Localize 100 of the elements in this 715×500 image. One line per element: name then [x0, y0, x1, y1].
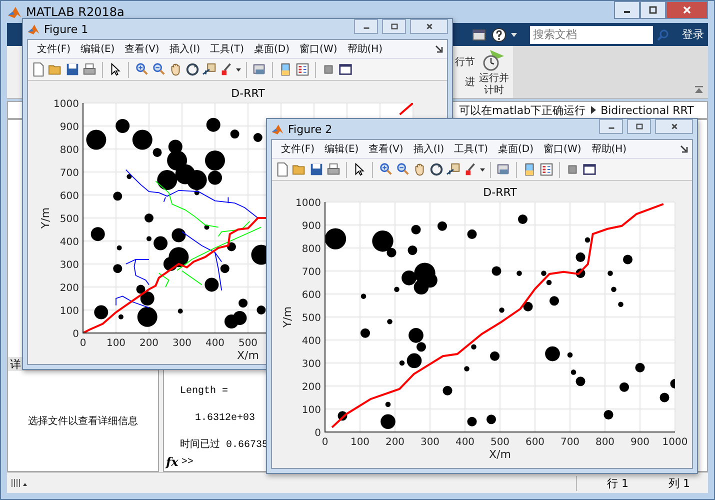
tick-label: 1000 [662, 437, 688, 448]
close-button[interactable] [666, 1, 708, 19]
tick-label: 500 [302, 313, 321, 324]
help-icon[interactable] [491, 26, 507, 42]
close-button[interactable] [410, 19, 448, 34]
search-field[interactable]: 搜索文档 [530, 26, 653, 44]
tick-label: 100 [350, 437, 370, 448]
window-title: MATLAB R2018a [26, 5, 124, 19]
maximize-icon [648, 5, 658, 15]
menu-item[interactable]: 文件(F) [32, 42, 76, 56]
new-file-icon[interactable] [275, 162, 290, 177]
dock-arrow-icon[interactable] [435, 45, 443, 53]
menu-item[interactable]: 桌面(D) [249, 42, 295, 56]
grip-icon[interactable] [11, 478, 29, 488]
menu-item[interactable]: 插入(I) [164, 42, 206, 56]
axis-title: X/m [237, 349, 259, 362]
legend-icon[interactable] [539, 162, 554, 177]
tick-label: 500 [60, 214, 79, 225]
zoom-out-icon[interactable] [151, 62, 166, 77]
breadcrumb-arrow-icon [590, 106, 596, 114]
path-crumb[interactable]: 可以在matlab下正确运行 [459, 102, 586, 118]
tick-label: 800 [60, 145, 79, 156]
zoom-in-icon[interactable] [134, 62, 149, 77]
menu-item[interactable]: 文件(F) [276, 142, 320, 156]
menu-item[interactable]: 帮助(H) [342, 42, 388, 56]
tick-label: 100 [302, 405, 321, 416]
axis-title: Y/m [281, 306, 294, 328]
maximize-icon [634, 122, 644, 131]
menu-item[interactable]: 窗口(W) [538, 142, 586, 156]
command-prompt[interactable]: >> [181, 456, 194, 468]
legend-icon[interactable] [295, 62, 310, 77]
menu-item[interactable]: 编辑(E) [76, 42, 120, 56]
menu-item[interactable]: 插入(I) [408, 142, 450, 156]
run-and-time-button[interactable]: 运行并 计时 [475, 46, 513, 98]
path-crumb[interactable]: Bidirectional RRT [600, 104, 694, 116]
print-icon[interactable] [326, 162, 341, 177]
maximize-button[interactable] [627, 119, 651, 134]
tick-label: 900 [630, 437, 650, 448]
menu-item[interactable]: 编辑(E) [320, 142, 364, 156]
tick-label: 100 [106, 338, 126, 349]
maximize-button[interactable] [382, 19, 406, 34]
save-icon[interactable] [65, 62, 80, 77]
close-icon [682, 5, 692, 15]
layout-icon[interactable] [471, 26, 487, 42]
tick-label: 500 [490, 437, 510, 448]
close-icon [424, 22, 434, 31]
caret-icon[interactable] [236, 68, 241, 72]
tick-label: 100 [60, 306, 79, 317]
print-icon[interactable] [82, 62, 97, 77]
function-browser-button[interactable]: fx [166, 455, 178, 469]
tick-label: 400 [455, 437, 475, 448]
matlab-logo-icon [27, 22, 40, 36]
tick-label: 0 [322, 437, 328, 448]
tick-label: 300 [302, 359, 321, 370]
tick-label: 200 [139, 338, 159, 349]
menu-item[interactable]: 查看(V) [120, 42, 164, 56]
row-indicator: 行 1 [607, 476, 628, 490]
login-link[interactable]: 登录 [682, 27, 704, 42]
tick-label: 300 [60, 260, 79, 271]
rotate-icon[interactable] [429, 162, 444, 177]
collapse-icon[interactable] [694, 86, 704, 94]
window-icon[interactable] [582, 162, 597, 177]
dock-arrow-icon[interactable] [680, 145, 688, 153]
tick-label: 600 [302, 290, 321, 301]
run-section-label[interactable]: 行节 [455, 55, 475, 69]
window-title: Figure 2 [288, 122, 332, 136]
menu-item[interactable]: 查看(V) [364, 142, 408, 156]
new-file-icon[interactable] [31, 62, 46, 77]
menu-item[interactable]: 帮助(H) [586, 142, 632, 156]
window-title: Figure 1 [44, 22, 88, 36]
print-preview-icon[interactable] [496, 162, 511, 177]
print-preview-icon[interactable] [252, 62, 267, 77]
advance-label[interactable]: 进 [465, 75, 475, 89]
close-button[interactable] [655, 119, 693, 134]
minimize-button[interactable] [614, 1, 640, 19]
menu-item[interactable]: 工具(T) [449, 142, 494, 156]
maximize-button[interactable] [640, 1, 666, 19]
axis-title: X/m [489, 448, 511, 461]
tick-label: 0 [72, 329, 79, 340]
tick-label: 700 [302, 267, 321, 278]
menu-item[interactable]: 桌面(D) [493, 142, 539, 156]
details-tab[interactable]: 详 [10, 356, 21, 372]
rotate-icon[interactable] [185, 62, 200, 77]
data-cursor-icon[interactable] [202, 62, 217, 77]
save-icon[interactable] [309, 162, 324, 177]
tick-label: 400 [302, 336, 321, 347]
tick-label: 500 [238, 338, 258, 349]
caret-icon[interactable] [480, 168, 485, 172]
data-cursor-icon[interactable] [446, 162, 461, 177]
zoom-out-icon[interactable] [395, 162, 410, 177]
zoom-in-icon[interactable] [378, 162, 393, 177]
menu-item[interactable]: 窗口(W) [294, 42, 342, 56]
search-icon [657, 28, 669, 40]
tick-label: 800 [302, 244, 321, 255]
tick-label: 600 [525, 437, 545, 448]
menu-item[interactable]: 工具(T) [205, 42, 250, 56]
matlab-logo-icon [271, 122, 284, 136]
window-icon[interactable] [338, 62, 353, 77]
caret-icon[interactable] [511, 32, 517, 36]
tick-label: 0 [314, 428, 321, 439]
